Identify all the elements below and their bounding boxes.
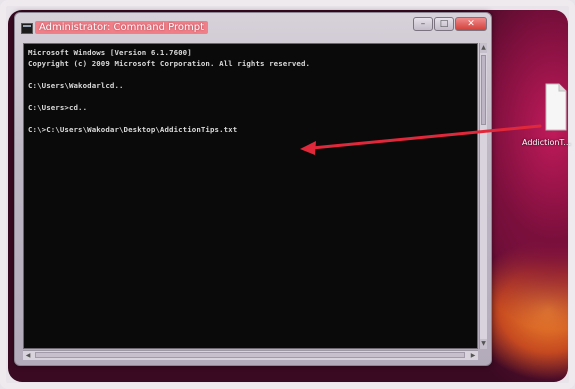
cmd-icon — [21, 23, 33, 34]
console-line: C:\>C:\Users\Wakodar\Desktop\AddictionTi… — [28, 125, 238, 134]
console-line: C:\Users\Wakodarlcd.. — [28, 81, 124, 90]
scroll-thumb[interactable] — [481, 55, 486, 125]
console-line: C:\Users>cd.. — [28, 103, 88, 112]
maximize-button[interactable]: □ — [434, 17, 454, 31]
scroll-left-arrow-icon[interactable]: ◀ — [23, 351, 33, 360]
desktop-file-label[interactable]: AddictionT... — [522, 138, 575, 147]
command-prompt-window[interactable]: Administrator: Command Prompt – □ ✕ Micr… — [14, 12, 492, 366]
scroll-up-arrow-icon[interactable]: ▲ — [480, 43, 487, 53]
console-line: Microsoft Windows [Version 6.1.7600] — [28, 48, 192, 57]
text-file-icon[interactable] — [545, 82, 567, 132]
scroll-down-arrow-icon[interactable]: ▼ — [480, 339, 487, 349]
close-button[interactable]: ✕ — [455, 17, 487, 31]
minimize-button[interactable]: – — [413, 17, 433, 31]
console-line: Copyright (c) 2009 Microsoft Corporation… — [28, 59, 311, 68]
console-output[interactable]: Microsoft Windows [Version 6.1.7600] Cop… — [23, 43, 478, 349]
title-bar[interactable]: Administrator: Command Prompt – □ ✕ — [15, 13, 491, 43]
horizontal-scrollbar[interactable]: ◀ ▶ — [23, 350, 478, 360]
horizontal-scroll-thumb[interactable] — [35, 352, 465, 358]
vertical-scrollbar[interactable]: ▲ ▼ — [479, 43, 487, 349]
window-title: Administrator: Command Prompt — [35, 21, 208, 34]
scroll-right-arrow-icon[interactable]: ▶ — [468, 351, 478, 360]
